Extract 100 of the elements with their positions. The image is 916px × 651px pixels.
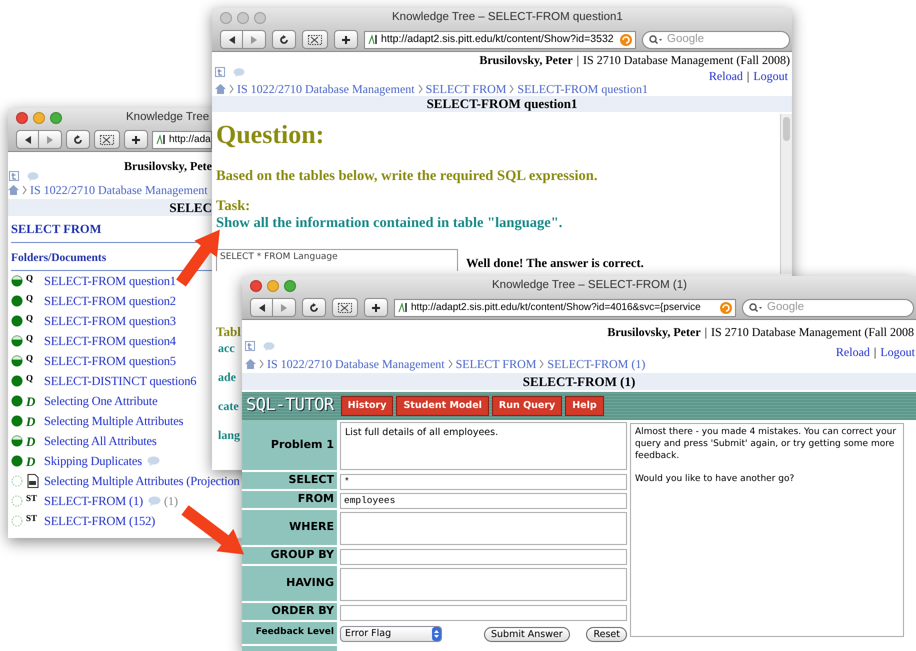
zoom-button[interactable] (254, 12, 266, 24)
window-title: Knowledge Tree – SELECT-FROM (1) (492, 278, 687, 294)
minimize-button[interactable] (33, 112, 45, 124)
minimize-button[interactable] (267, 280, 279, 292)
zoom-button[interactable] (50, 112, 62, 124)
tag-icon[interactable] (215, 67, 225, 77)
add-bookmark-button[interactable] (124, 130, 148, 149)
tree-item-link[interactable]: SELECT-DISTINCT question6 (44, 372, 196, 390)
logout-link[interactable]: Logout (880, 343, 915, 361)
document-icon (26, 474, 41, 488)
chevron-icon (509, 84, 514, 94)
menu-button[interactable]: History (340, 396, 394, 416)
reload-link[interactable]: Reload (836, 343, 870, 361)
tree-item-link[interactable]: Selecting Multiple Attributes (Projection (44, 472, 240, 490)
submit-answer-button[interactable]: Submit Answer (484, 626, 570, 642)
zoom-button[interactable] (284, 280, 296, 292)
page-header: SELECT-FROM question1 (212, 96, 792, 112)
chevron-icon (259, 359, 264, 369)
tag-icon[interactable] (9, 171, 19, 181)
clause-input-field[interactable]: employees (340, 492, 627, 508)
result-message: Well done! The answer is correct. (466, 254, 644, 272)
clause-input-field[interactable]: * (340, 474, 627, 490)
chevron-icon (539, 359, 544, 369)
table-link[interactable]: ade (218, 368, 236, 386)
clause-label: SELECT (288, 472, 334, 488)
tree-item-link[interactable]: SELECT-FROM (1) (44, 492, 143, 510)
separator: | (746, 68, 750, 85)
clause-input-field[interactable] (340, 604, 627, 620)
problem-text-box: List full details of all employees. (340, 422, 627, 470)
close-button[interactable] (250, 280, 262, 292)
reset-button[interactable]: Reset (586, 626, 627, 642)
window-title: Knowledge Tree (126, 110, 210, 126)
tree-item-link[interactable]: Selecting One Attribute (44, 392, 158, 410)
back-icon (24, 136, 32, 144)
address-field[interactable]: http://ada (152, 130, 212, 148)
breadcrumb-link[interactable]: IS 1022/2710 Database Management (237, 80, 415, 98)
clause-text-area[interactable] (340, 568, 627, 601)
reload-button[interactable] (66, 130, 90, 149)
address-field[interactable]: http://adapt2.sis.pitt.edu/kt/content/Show?id=3532 (364, 30, 636, 48)
table-link[interactable]: lang (218, 426, 240, 444)
tree-item-link[interactable]: SELECT-FROM question5 (44, 352, 176, 370)
reload-icon (73, 134, 83, 144)
clause-label: HAVING (286, 575, 334, 592)
breadcrumb-link[interactable]: SELECT-FROM (1) (547, 355, 646, 373)
feedback-level-select[interactable]: Error Flag (340, 626, 442, 642)
reload-button[interactable] (272, 30, 296, 49)
breadcrumb-link[interactable]: IS 1022/2710 Database Management (267, 355, 445, 373)
add-bookmark-button[interactable] (334, 30, 358, 49)
breadcrumb-link[interactable]: SELECT FROM (426, 80, 506, 98)
page-header: SELECT-FROM (1) (242, 373, 916, 390)
table-link[interactable]: acc (218, 339, 235, 357)
answer-box[interactable]: SELECT * FROM Language (216, 248, 458, 271)
close-button[interactable] (16, 112, 28, 124)
address-field[interactable]: http://adapt2.sis.pitt.edu/kt/content/Show?id=4016&svc={pservice (394, 298, 736, 316)
tag-icon[interactable] (245, 341, 255, 351)
separator: | (874, 344, 876, 361)
add-bookmark-button[interactable] (364, 298, 388, 317)
site-icon (156, 134, 166, 145)
separator: | (704, 324, 708, 341)
breadcrumb-link[interactable]: SELECT FROM (456, 355, 536, 373)
plus-icon (131, 134, 141, 144)
tree-item-link[interactable]: Selecting All Attributes (44, 432, 157, 450)
tree-item-link[interactable]: SELECT-FROM question1 (44, 272, 176, 290)
back-button[interactable] (250, 298, 273, 317)
tree-item-link[interactable]: SELECT-FROM question3 (44, 312, 176, 330)
breadcrumb-link[interactable]: IS 1022/2710 Database Management (30, 181, 208, 199)
close-button[interactable] (220, 12, 232, 24)
menu-button[interactable]: Student Model (396, 396, 489, 416)
back-icon (228, 36, 236, 44)
tree-item-link[interactable]: Selecting Multiple Attributes (44, 412, 184, 430)
clause-label: WHERE (289, 519, 334, 536)
tree-item-link[interactable]: SELECT-FROM (152) (44, 512, 156, 530)
search-icon (649, 34, 663, 44)
minimize-button[interactable] (237, 12, 249, 24)
breadcrumb-link[interactable]: SELECT-FROM question1 (517, 80, 648, 98)
tree-item-link[interactable]: SELECT-FROM question2 (44, 292, 176, 310)
section-title: SELECT FROM (11, 222, 102, 236)
home-icon[interactable] (8, 185, 19, 195)
clause-input-field[interactable] (340, 548, 627, 564)
menu-button[interactable]: Run Query (492, 396, 562, 416)
home-icon[interactable] (245, 359, 256, 369)
clip-button[interactable] (94, 130, 120, 149)
clip-button[interactable] (302, 30, 328, 49)
scrollbar[interactable] (780, 114, 792, 274)
arrow (181, 505, 244, 555)
reload-link[interactable]: Reload (708, 67, 743, 85)
menu-button[interactable]: Help (565, 396, 604, 416)
problem-label: Problem 1 (270, 436, 334, 453)
back-button[interactable] (16, 130, 39, 149)
back-button[interactable] (220, 30, 243, 49)
refresh-icon (720, 302, 732, 314)
clause-text-area[interactable] (340, 512, 627, 545)
home-icon[interactable] (215, 84, 226, 94)
tree-item-link[interactable]: Skipping Duplicates (44, 452, 142, 470)
logout-link[interactable]: Logout (753, 67, 788, 85)
reload-button[interactable] (302, 298, 326, 317)
table-link[interactable]: cate (218, 397, 239, 415)
tree-item-link[interactable]: SELECT-FROM question4 (44, 332, 176, 350)
clip-button[interactable] (332, 298, 358, 317)
course-name: IS 2710 Database Management (Fall 2008 (711, 324, 914, 341)
